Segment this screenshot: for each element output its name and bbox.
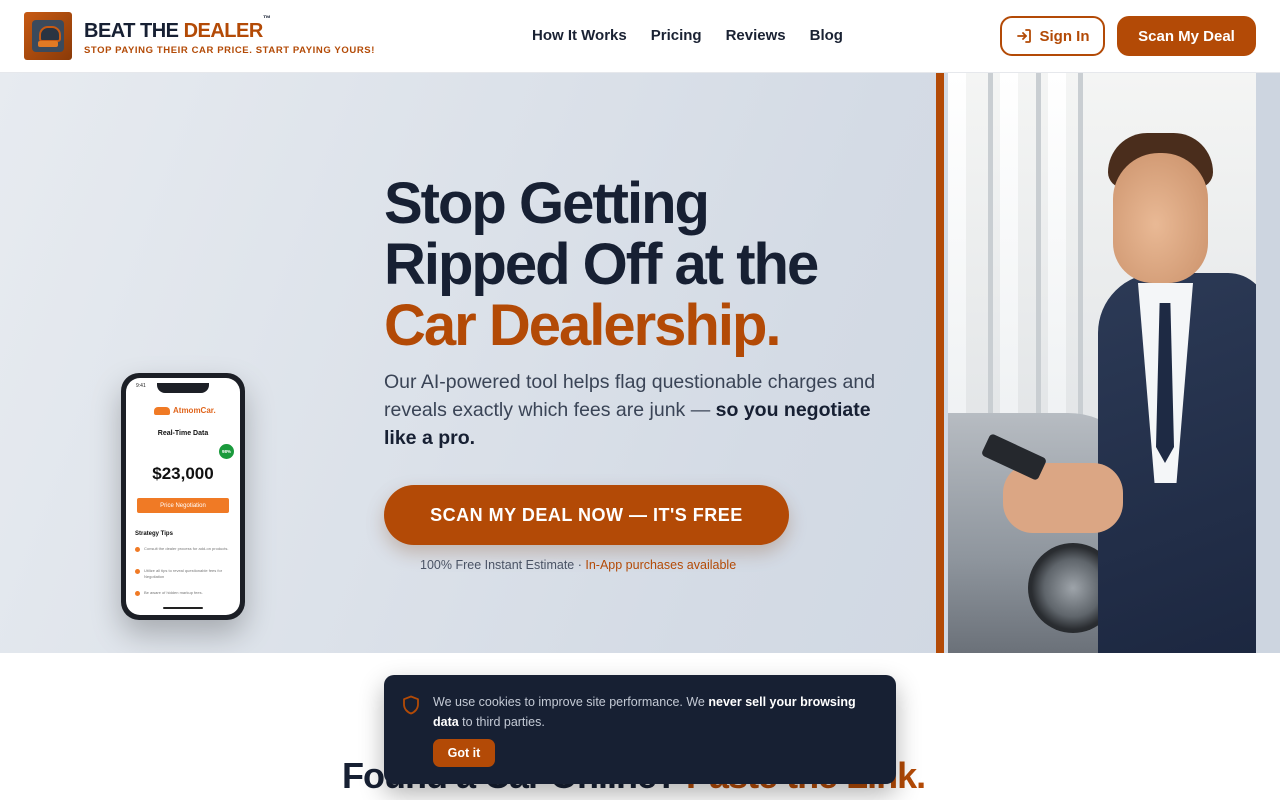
phone-notch [157, 383, 209, 393]
scan-deal-cta-button[interactable]: SCAN MY DEAL NOW — IT'S FREE [384, 485, 789, 545]
phone-badge: 98% [219, 444, 234, 459]
hero-note: 100% Free Instant Estimate · In-App purc… [420, 558, 737, 572]
cookie-banner: We use cookies to improve site performan… [384, 675, 896, 784]
car-icon [154, 406, 170, 415]
site-header: BEAT THE DEALER™ STOP PAYING THEIR CAR P… [0, 0, 1280, 73]
phone-tip: Utilize all tips to reveal questionable … [135, 568, 231, 579]
sign-in-label: Sign In [1039, 27, 1090, 45]
phone-price: $23,000 [152, 464, 214, 483]
hero-section: 9:41 AtmomCar. Real-Time Data 98% $23,00… [0, 73, 1280, 653]
brand-logo-icon[interactable] [24, 12, 72, 60]
phone-tip: Be aware of hidden markup fees. [135, 590, 231, 596]
hero-title-line3: Car Dealership. [384, 293, 782, 358]
hero-title-line1: Stop Getting [384, 171, 710, 236]
shield-icon [403, 695, 419, 715]
nav-reviews[interactable]: Reviews [726, 27, 786, 44]
accent-bar [936, 73, 944, 653]
in-app-purchases-note: In-App purchases available [585, 558, 737, 572]
cookie-accept-button[interactable]: Got it [433, 739, 495, 767]
phone-home-indicator [163, 607, 203, 609]
hero-title-line2: Ripped Off at the [384, 232, 819, 297]
phone-negotiation-button: Price Negotiation [137, 498, 229, 513]
cookie-text: We use cookies to improve site performan… [433, 695, 856, 729]
brand-tagline: STOP PAYING THEIR CAR PRICE. START PAYIN… [84, 45, 375, 56]
sign-in-button[interactable]: Sign In [1000, 16, 1105, 56]
brand-name-part2: DEALER [183, 20, 264, 42]
nav-blog[interactable]: Blog [810, 27, 843, 44]
hero-photo-man-with-phone [948, 73, 1256, 653]
main-nav: How It Works Pricing Reviews Blog [532, 27, 843, 44]
phone-tips-title: Strategy Tips [135, 531, 173, 537]
phone-tip: Consult the dealer process for add-on pr… [135, 546, 231, 552]
phone-screen: 9:41 AtmomCar. Real-Time Data 98% $23,00… [126, 378, 240, 615]
hero-title: Stop Getting Ripped Off at the Car Deale… [384, 171, 819, 358]
trademark: ™ [262, 14, 271, 24]
phone-section-title: Real-Time Data [157, 430, 209, 437]
phone-mockup: 9:41 AtmomCar. Real-Time Data 98% $23,00… [121, 373, 245, 620]
hero-subtitle: Our AI-powered tool helps flag questiona… [384, 371, 876, 449]
phone-app-logo: AtmomCar. [154, 406, 216, 415]
sign-in-arrow-icon [1016, 29, 1031, 43]
nav-how-it-works[interactable]: How It Works [532, 27, 627, 44]
scan-my-deal-button[interactable]: Scan My Deal [1117, 16, 1256, 56]
brand-name[interactable]: BEAT THE DEALER™ [84, 14, 271, 43]
phone-status-time: 9:41 [136, 383, 146, 389]
nav-pricing[interactable]: Pricing [651, 27, 702, 44]
brand-name-part1: BEAT THE [84, 20, 184, 42]
